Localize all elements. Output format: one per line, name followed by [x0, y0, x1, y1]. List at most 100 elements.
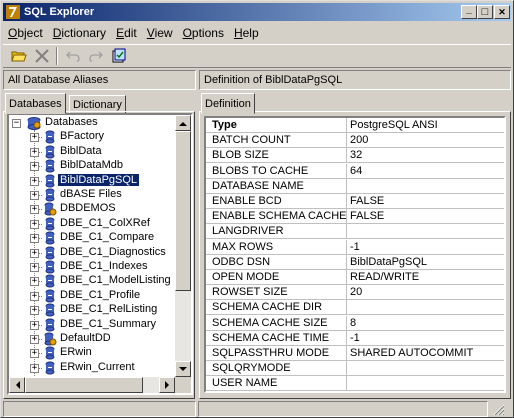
- tab-databases[interactable]: Databases: [5, 93, 66, 114]
- minimize-button[interactable]: _: [461, 5, 477, 19]
- menu-options[interactable]: Options: [178, 26, 229, 40]
- menu-edit[interactable]: Edit: [111, 26, 142, 40]
- tree-scroll-up-button[interactable]: [175, 115, 191, 131]
- expand-icon[interactable]: +: [30, 219, 39, 229]
- tree-item[interactable]: + DBE_C1_ColXRef: [9, 217, 175, 232]
- tree-item[interactable]: + BiblData: [9, 145, 175, 160]
- delete-button[interactable]: [30, 45, 53, 67]
- grid-param-name: ENABLE BCD: [206, 194, 347, 208]
- grid-row[interactable]: LANGDRIVER: [206, 224, 504, 240]
- tree-item[interactable]: + DBE_C1_RelListing: [9, 303, 175, 318]
- grid-param-value[interactable]: [347, 224, 504, 238]
- tree-vscroll-thumb[interactable]: [175, 131, 191, 291]
- grid-param-value[interactable]: FALSE: [347, 209, 504, 223]
- tree-hscroll-thumb[interactable]: [25, 377, 143, 393]
- grid-row[interactable]: MAX ROWS -1: [206, 239, 504, 255]
- open-button[interactable]: [7, 45, 30, 67]
- expand-icon[interactable]: +: [30, 306, 39, 316]
- expand-icon[interactable]: +: [30, 176, 39, 186]
- grid-param-value[interactable]: READ/WRITE: [347, 270, 504, 284]
- tree-item[interactable]: + dBASE Files: [9, 188, 175, 203]
- grid-param-value[interactable]: -1: [347, 240, 504, 254]
- grid-row[interactable]: ENABLE SCHEMA CACHE FALSE: [206, 209, 504, 225]
- grid-row[interactable]: BLOBS TO CACHE 64: [206, 163, 504, 179]
- menu-dictionary[interactable]: Dictionary: [48, 26, 111, 40]
- grid-param-value[interactable]: 8: [347, 316, 504, 330]
- apply-button[interactable]: [107, 45, 130, 67]
- tree-item[interactable]: + BFactory: [9, 130, 175, 145]
- grid-param-value[interactable]: [347, 376, 504, 390]
- grid-param-value[interactable]: 200: [347, 133, 504, 147]
- expand-icon[interactable]: +: [30, 291, 39, 301]
- expand-icon[interactable]: +: [30, 263, 39, 272]
- expand-icon[interactable]: +: [30, 277, 39, 287]
- tree-item[interactable]: + DBE_C1_Summary: [9, 318, 175, 333]
- menu-view[interactable]: View: [142, 26, 178, 40]
- aliases-header-label: All Database Aliases: [8, 74, 109, 86]
- expand-icon[interactable]: +: [30, 147, 39, 157]
- grid-row[interactable]: ENABLE BCD FALSE: [206, 194, 504, 209]
- title-bar[interactable]: SQL Explorer _ □ ✕: [3, 3, 511, 21]
- tree-item[interactable]: + DBE_C1_Profile: [9, 289, 175, 304]
- redo-button[interactable]: [84, 45, 107, 67]
- grid-param-value[interactable]: [347, 179, 504, 193]
- tree-item[interactable]: + DBE_C1_Compare: [9, 231, 175, 246]
- grid-param-value[interactable]: SHARED AUTOCOMMIT: [347, 346, 504, 360]
- grid-param-value[interactable]: 64: [347, 164, 504, 178]
- expand-icon[interactable]: +: [30, 363, 39, 373]
- grid-row[interactable]: BATCH COUNT 200: [206, 133, 504, 149]
- tree-item[interactable]: + DBE_C1_Indexes: [9, 260, 175, 275]
- tree-scroll-left-button[interactable]: [9, 377, 25, 393]
- grid-row[interactable]: OPEN MODE READ/WRITE: [206, 270, 504, 285]
- expand-icon[interactable]: +: [30, 234, 39, 244]
- close-button[interactable]: ✕: [494, 5, 510, 19]
- grid-row[interactable]: ODBC DSN BiblDataPgSQL: [206, 254, 504, 270]
- grid-row[interactable]: USER NAME: [206, 376, 504, 391]
- grid-row[interactable]: SQLPASSTHRU MODE SHARED AUTOCOMMIT: [206, 346, 504, 361]
- size-grip-icon[interactable]: [490, 401, 506, 417]
- grid-param-value[interactable]: FALSE: [347, 194, 504, 208]
- tree-item[interactable]: + DBE_C1_ModelListing: [9, 274, 175, 289]
- grid-param-value[interactable]: [347, 300, 504, 314]
- grid-row[interactable]: SCHEMA CACHE SIZE 8: [206, 315, 504, 331]
- expand-icon[interactable]: +: [30, 205, 39, 215]
- grid-row[interactable]: BLOB SIZE 32: [206, 148, 504, 164]
- expand-icon[interactable]: +: [30, 191, 39, 200]
- expand-icon[interactable]: +: [30, 320, 39, 330]
- tree-item[interactable]: + BiblDataPgSQL: [9, 173, 175, 189]
- tree-item[interactable]: + DBDEMOS: [9, 202, 175, 217]
- tree-item[interactable]: + BiblDataMdb: [9, 159, 175, 174]
- maximize-button[interactable]: □: [477, 5, 493, 19]
- grid-param-value[interactable]: 32: [347, 148, 504, 162]
- tree-item[interactable]: + ERwin_Current: [9, 361, 175, 376]
- grid-param-name: USER NAME: [206, 376, 347, 391]
- grid-row[interactable]: SQLQRYMODE: [206, 361, 504, 377]
- tree-item[interactable]: + DBE_C1_Diagnostics: [9, 246, 175, 261]
- menu-object[interactable]: Object: [3, 26, 48, 40]
- tree-item[interactable]: + DefaultDD: [9, 332, 175, 347]
- grid-type-value[interactable]: PostgreSQL ANSI: [347, 118, 504, 132]
- tree-scroll-down-button[interactable]: [175, 361, 191, 377]
- database-tree[interactable]: − Databases + BFactory + BiblData + BiblDataMdb…: [7, 113, 193, 395]
- definition-grid[interactable]: Type PostgreSQL ANSI BATCH COUNT 200 BLOB …: [204, 116, 506, 393]
- grid-row[interactable]: SCHEMA CACHE TIME -1: [206, 330, 504, 346]
- scroll-corner: [175, 377, 191, 393]
- grid-param-value[interactable]: [347, 361, 504, 375]
- grid-param-value[interactable]: BiblDataPgSQL: [347, 255, 504, 269]
- grid-param-value[interactable]: 20: [347, 285, 504, 299]
- menu-help[interactable]: Help: [229, 26, 264, 40]
- expand-icon[interactable]: +: [30, 335, 39, 344]
- tree-item[interactable]: + ERwin: [9, 346, 175, 361]
- grid-row[interactable]: SCHEMA CACHE DIR: [206, 300, 504, 316]
- expand-icon[interactable]: +: [30, 133, 39, 143]
- grid-row[interactable]: ROWSET SIZE 20: [206, 285, 504, 301]
- expand-icon[interactable]: +: [30, 162, 39, 172]
- tab-definition[interactable]: Definition: [201, 93, 255, 114]
- expand-icon[interactable]: +: [30, 248, 39, 258]
- expand-icon[interactable]: +: [30, 349, 39, 359]
- grid-row[interactable]: DATABASE NAME: [206, 178, 504, 194]
- grid-param-value[interactable]: -1: [347, 331, 504, 345]
- undo-button[interactable]: [61, 45, 84, 67]
- tree-scroll-right-button[interactable]: [159, 377, 175, 393]
- collapse-icon[interactable]: −: [12, 119, 21, 128]
